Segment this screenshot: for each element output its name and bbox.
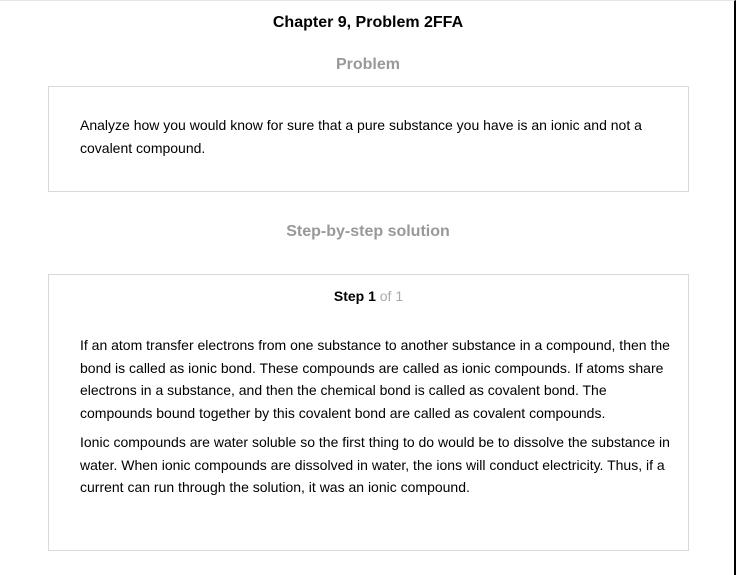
page: Chapter 9, Problem 2FFA Problem Analyze … (0, 0, 736, 575)
solution-box: Step 1 of 1 If an atom transfer electron… (48, 274, 689, 551)
problem-box: Analyze how you would know for sure that… (48, 86, 689, 192)
step-header: Step 1 of 1 (49, 288, 688, 304)
solution-heading: Step-by-step solution (286, 223, 450, 240)
step-body: If an atom transfer electrons from one s… (80, 334, 670, 506)
step-paragraph-2: Ionic compounds are water soluble so the… (80, 434, 670, 495)
step-count: of 1 (379, 288, 404, 304)
problem-heading: Problem (335, 56, 400, 73)
problem-text: Analyze how you would know for sure that… (80, 117, 642, 156)
page-title: Chapter 9, Problem 2FFA (272, 14, 464, 31)
step-paragraph-1: If an atom transfer electrons from one s… (80, 337, 670, 421)
step-label: Step 1 (333, 288, 376, 304)
